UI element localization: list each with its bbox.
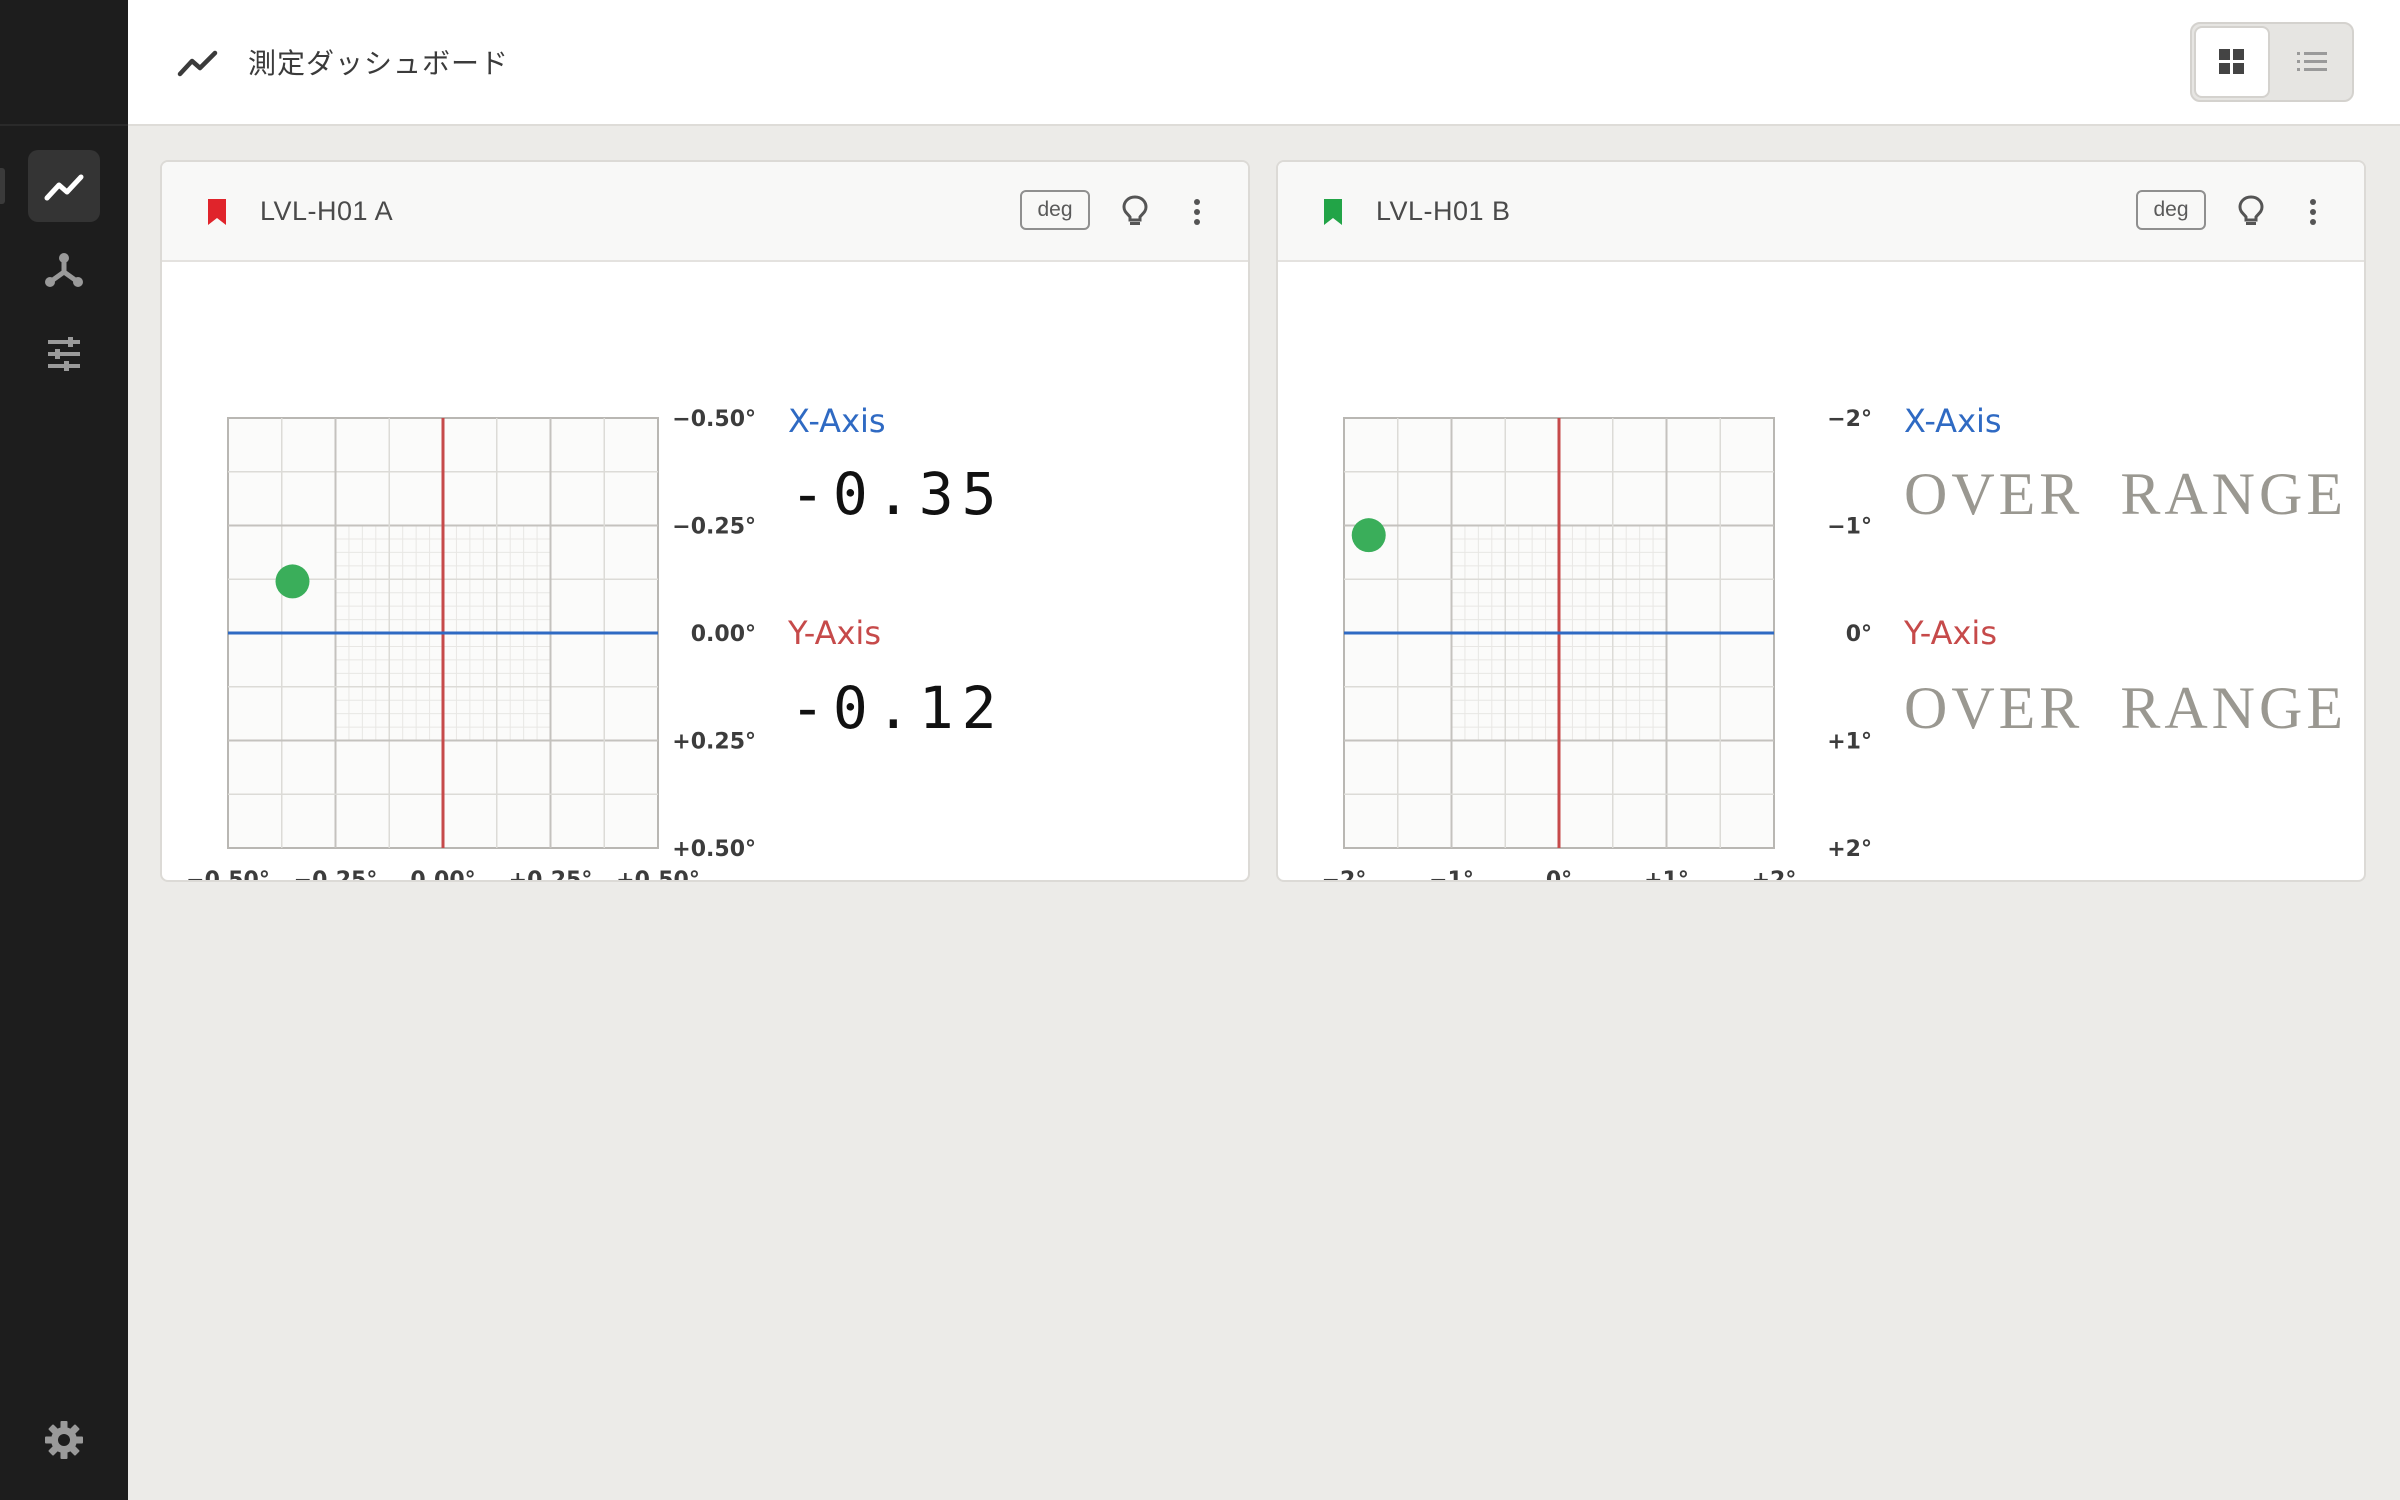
top-bar: 測定ダッシュボード — [128, 0, 2400, 126]
x-axis-label: X-Axis — [788, 402, 886, 440]
sliders-icon — [48, 337, 80, 371]
sidebar-item-dashboard[interactable] — [28, 150, 100, 222]
list-icon — [2297, 52, 2327, 71]
y-tick-label: −0.50° — [672, 407, 756, 432]
y-tick-label: −0.25° — [672, 515, 756, 540]
y-axis-reading: OVER RANGE — [1904, 675, 2347, 741]
unit-badge[interactable]: deg — [1020, 190, 1090, 230]
x-axis-reading: OVER RANGE — [1904, 461, 2347, 527]
page-title: 測定ダッシュボード — [248, 47, 510, 80]
network-icon — [45, 253, 83, 287]
x-tick-label: −0.50° — [186, 868, 270, 882]
grid-view-button[interactable] — [2194, 26, 2270, 98]
y-axis-label: Y-Axis — [1904, 614, 1997, 652]
more-vert-icon[interactable] — [2298, 196, 2328, 228]
sensor-card-b: LVL-H01 B deg −2° −1° 0° +1° +2° −2° −1° 0° +1° +… — [1276, 160, 2366, 882]
sidebar-item-settings[interactable] — [28, 1404, 100, 1476]
bookmark-icon — [208, 199, 226, 225]
sensor-card-a: LVL-H01 A deg −0.50° −0.25° 0.00° +0.25° +0.… — [160, 160, 1250, 882]
active-indicator — [0, 168, 5, 204]
x-tick-label: −1° — [1429, 868, 1474, 882]
y-axis-reading: -0.12 — [790, 674, 1005, 742]
sidebar-item-network[interactable] — [28, 234, 100, 306]
trend-line-icon — [44, 174, 84, 201]
x-axis-reading: -0.35 — [790, 460, 1005, 528]
x-tick-label: 0° — [1546, 868, 1572, 882]
y-tick-label: +2° — [1827, 837, 1872, 862]
sidebar-item-settings-sliders[interactable] — [28, 318, 100, 390]
x-tick-label: −2° — [1322, 868, 1367, 882]
y-tick-label: −1° — [1827, 515, 1872, 540]
list-view-button[interactable] — [2274, 26, 2350, 98]
y-tick-label: 0° — [1846, 622, 1872, 647]
level-plot-b: −2° −1° 0° +1° +2° −2° −1° 0° +1° +2° — [1322, 407, 1872, 882]
card-header: LVL-H01 B deg — [1278, 162, 2364, 262]
card-title: LVL-H01 B — [1376, 196, 1511, 226]
grid-icon — [2219, 49, 2244, 74]
sidebar — [0, 0, 128, 1500]
card-header: LVL-H01 A deg — [162, 162, 1248, 262]
view-toggle — [2190, 22, 2354, 102]
x-tick-label: +1° — [1644, 868, 1689, 882]
level-point — [275, 564, 310, 599]
trend-line-icon — [177, 50, 218, 77]
y-tick-label: +0.25° — [672, 730, 756, 755]
y-tick-label: +1° — [1827, 730, 1872, 755]
sidebar-divider — [0, 124, 128, 126]
unit-badge[interactable]: deg — [2136, 190, 2206, 230]
level-point — [1351, 518, 1386, 553]
bookmark-icon — [1324, 199, 1342, 225]
x-tick-label: +0.50° — [616, 868, 700, 882]
y-axis-label: Y-Axis — [788, 614, 881, 652]
y-tick-label: −2° — [1827, 407, 1872, 432]
x-tick-label: −0.25° — [294, 868, 378, 882]
y-tick-label: 0.00° — [691, 622, 756, 647]
lightbulb-icon[interactable] — [2236, 194, 2266, 228]
level-plot-a: −0.50° −0.25° 0.00° +0.25° +0.50° −0.50° −0.25… — [186, 407, 756, 882]
y-tick-label: +0.50° — [672, 837, 756, 862]
more-vert-icon[interactable] — [1182, 196, 1212, 228]
x-axis-label: X-Axis — [1904, 402, 2002, 440]
x-tick-label: 0.00° — [410, 868, 475, 882]
x-tick-label: +2° — [1752, 868, 1797, 882]
card-title: LVL-H01 A — [260, 196, 394, 226]
lightbulb-icon[interactable] — [1120, 194, 1150, 228]
gear-icon — [45, 1421, 83, 1459]
x-tick-label: +0.25° — [509, 868, 593, 882]
